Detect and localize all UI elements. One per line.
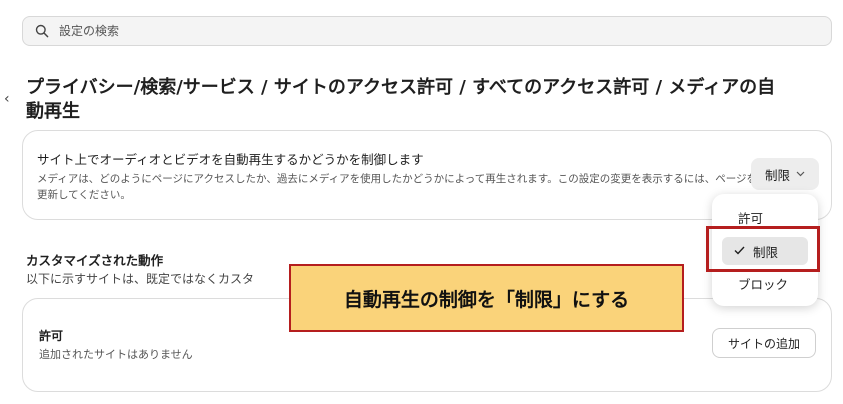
autoplay-select-value: 制限 <box>764 167 790 183</box>
custom-behavior-description: 以下に示すサイトは、既定ではなくカスタ <box>26 272 255 286</box>
dropdown-option-block[interactable]: ブロック <box>738 274 788 293</box>
add-site-button[interactable]: サイトの追加 <box>712 328 816 358</box>
search-input[interactable] <box>57 23 761 39</box>
autoplay-setting-card: サイト上でオーディオとビデオを自動再生するかどうかを制御します メディアは、どの… <box>22 130 832 220</box>
allow-sites-empty-text: 追加されたサイトはありません <box>39 348 193 361</box>
autoplay-setting-description: メディアは、どのようにページにアクセスしたか、過去にメディアを使用したかどうかに… <box>37 173 757 201</box>
search-icon <box>35 24 49 38</box>
instruction-callout-text: 自動再生の制御を「制限」にする <box>343 288 630 311</box>
allow-sites-title: 許可 <box>39 329 64 343</box>
settings-search-box[interactable] <box>22 16 832 46</box>
autoplay-setting-title: サイト上でオーディオとビデオを自動再生するかどうかを制御します <box>37 152 424 167</box>
dropdown-option-allow[interactable]: 許可 <box>738 208 763 227</box>
page-title: プライバシー/検索/サービス / サイトのアクセス許可 / すべてのアクセス許可… <box>26 77 776 122</box>
back-icon[interactable]: ‹ <box>4 92 10 106</box>
custom-behavior-heading: カスタマイズされた動作 <box>26 253 164 268</box>
highlight-box <box>706 226 820 272</box>
instruction-callout: 自動再生の制御を「制限」にする <box>289 264 684 332</box>
autoplay-select[interactable]: 制限 <box>751 158 819 190</box>
chevron-down-icon <box>796 169 805 180</box>
